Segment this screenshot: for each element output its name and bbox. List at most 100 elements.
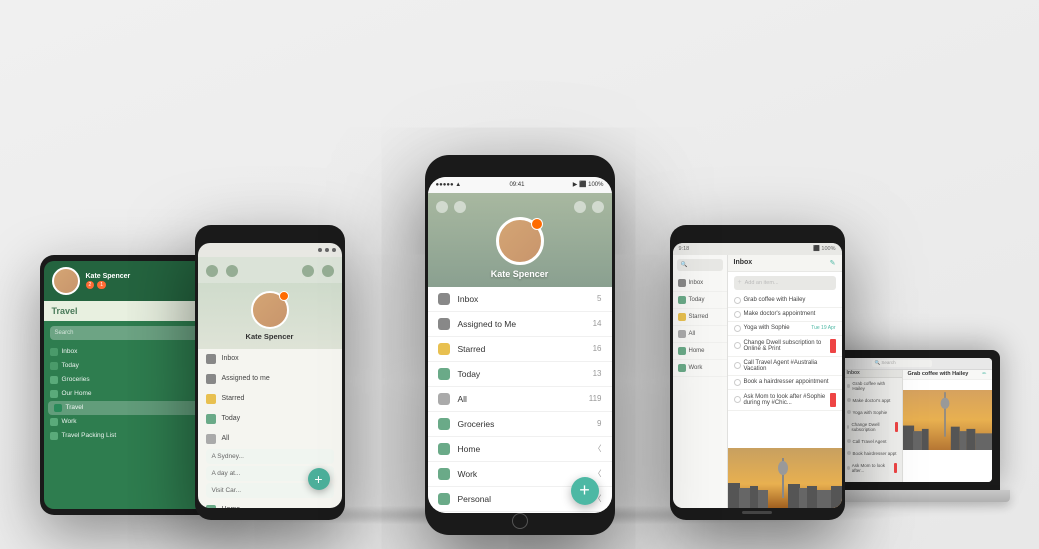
mid-dot-7 [847,466,850,470]
assigned-icon [206,374,216,384]
starred-count: 16 [593,344,602,353]
travel-label: Travel [52,306,78,316]
starred-label: Starred [222,395,245,402]
all-icon [438,393,450,405]
laptop-search-bar[interactable]: 🔍 Search [875,360,896,366]
ipad-task-1[interactable]: Grab coffee with Hailey [728,294,842,308]
ipad-status-bar: 9:18 ⬛ 100% [673,243,842,255]
ipad-home[interactable]: Home [673,343,727,360]
signal-icon [318,248,322,252]
laptop-sidebar-mid: Inbox Grab coffee with Hailey Make docto… [843,370,903,482]
tablet-username: Kate Spencer [86,273,131,280]
ipad-task-3[interactable]: Yoga with Sophie Tue 19 Apr [728,322,842,336]
mid-task-3[interactable]: Yoga with Sophie [843,407,902,419]
android-menu-today[interactable]: Today [198,409,342,429]
ipad-edit-btn[interactable]: ✎ [830,259,836,267]
android-phone: Kate Spencer Inbox Assigned to me Starre… [195,225,345,520]
ipad-task-7[interactable]: Ask Mom to look after #Sophie during my … [728,390,842,411]
mid-text-7: Ask Mom to look after... [852,463,890,473]
bell-icon [206,265,218,277]
status-time: 09:41 [509,182,524,188]
iphone-menu-all[interactable]: All 119 [428,387,612,412]
today-icon [438,368,450,380]
assigned-count: 14 [593,319,602,328]
android-sub-item-1[interactable]: A Sydney... [206,449,334,464]
home-icon [206,505,216,508]
starred-label: Starred [689,314,722,320]
work-label: Work [689,365,722,371]
ipad-task-4[interactable]: Change Dwell subscription to Online & Pr… [728,336,842,357]
main-selected-task: Grab coffee with Hailey [908,371,969,377]
all-label: All [222,435,230,442]
ipad-main-header: Inbox ✎ [728,255,842,272]
ipad-task-5[interactable]: Call Travel Agent #Australia Vacation [728,357,842,376]
iphone-home-button[interactable] [512,513,528,529]
ipad-home-button[interactable] [742,511,772,514]
android-username: Kate Spencer [246,332,294,341]
work-icon [678,364,686,372]
ipad-today[interactable]: Today [673,292,727,309]
today-label: Today [62,362,209,369]
all-count: 119 [589,394,602,403]
ipad-right-screen: 9:18 ⬛ 100% 🔍 Inbox Today Starred [673,243,842,508]
settings-icon [302,265,314,277]
android-menu-starred[interactable]: Starred [198,389,342,409]
iphone-profile-name: Kate Spencer [491,269,549,279]
ipad-task-6[interactable]: Book a hairdresser appointment [728,376,842,390]
starred-icon [678,313,686,321]
mid-task-1[interactable]: Grab coffee with Hailey [843,378,902,395]
mid-task-5[interactable]: Call Travel Agent [843,436,902,448]
packing-icon [50,432,58,440]
ipad-work[interactable]: Work [673,360,727,377]
android-menu-inbox[interactable]: Inbox [198,349,342,369]
home-chevron: 〈 [594,443,602,454]
work-icon [438,468,450,480]
search-nav-icon[interactable] [592,201,604,213]
android-menu-all[interactable]: All [198,429,342,449]
settings-nav-icon[interactable] [574,201,586,213]
android-menu-assigned[interactable]: Assigned to me [198,369,342,389]
wifi-icon [325,248,329,252]
scene: Kate Spencer 2 1 Travel Search Inbox 7 [40,15,1000,535]
ipad-task-2[interactable]: Make doctor's appointment [728,308,842,322]
mid-dot-3 [847,410,851,414]
inbox-icon [50,348,58,356]
inbox-icon [206,354,216,364]
ipad-all[interactable]: All [673,326,727,343]
iphone-fab[interactable]: + [571,477,599,505]
mid-task-6[interactable]: Book hairdresser appt [843,448,902,460]
iphone-menu-home[interactable]: Home 〈 [428,437,612,462]
assigned-label: Assigned to me [222,375,270,382]
ipad-starred[interactable]: Starred [673,309,727,326]
mid-dot-4 [847,425,850,429]
today-count: 13 [593,369,602,378]
add-plus-icon: + [738,279,742,286]
mid-task-2[interactable]: Make doctor's appt [843,395,902,407]
iphone-menu-assigned[interactable]: Assigned to Me 14 [428,312,612,337]
android-fab[interactable]: + [308,468,330,490]
iphone-menu-starred[interactable]: Starred 16 [428,337,612,362]
status-left: ●●●●● ▲ [436,182,462,188]
ipad-battery: ⬛ 100% [813,246,835,252]
chat-nav-icon[interactable] [454,201,466,213]
iphone-menu-inbox[interactable]: Inbox 5 [428,287,612,312]
mid-task-7[interactable]: Ask Mom to look after... [843,460,902,477]
ipad-inbox[interactable]: Inbox [673,275,727,292]
iphone-menu-today[interactable]: Today 13 [428,362,612,387]
starred-label: Starred [458,344,585,354]
badge-4 [895,422,898,432]
mid-task-4[interactable]: Change Dwell subscription [843,419,902,436]
main-city-svg [903,390,992,450]
task-actions[interactable]: ✏ [982,371,986,377]
android-avatar [251,291,289,329]
today-label: Today [689,297,722,303]
iphone-main-screen: ●●●●● ▲ 09:41 ▶ ⬛ 100% [428,177,612,513]
ipad-search[interactable]: 🔍 [677,259,723,271]
task-badge-7 [830,393,836,407]
ipad-add-item[interactable]: + Add an item... [734,276,836,290]
inbox-label: Inbox [222,355,239,362]
android-menu-home[interactable]: Home [198,500,342,508]
tablet-badge-2: 1 [97,281,106,289]
iphone-menu-groceries[interactable]: Groceries 9 [428,412,612,437]
bell-nav-icon[interactable] [436,201,448,213]
